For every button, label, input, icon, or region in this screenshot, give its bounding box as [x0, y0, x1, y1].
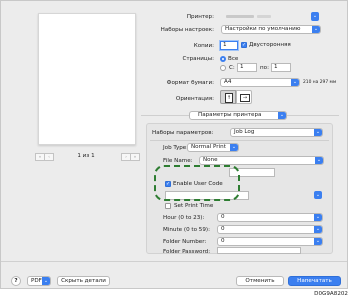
last-page-icon[interactable]: » — [130, 153, 140, 161]
minute-select[interactable]: 0 ⌄ — [217, 225, 323, 234]
print-button[interactable]: Напечатать — [288, 276, 341, 286]
hour-value: 0 — [221, 214, 225, 220]
duplex-checkbox[interactable]: ✓ — [241, 42, 247, 48]
feature-sets-chevron-icon: ⌄ — [314, 129, 322, 136]
presets-label: Наборы настроек: — [160, 27, 214, 33]
pages-label: Страницы: — [182, 56, 214, 62]
previous-page-icon[interactable]: ‹ — [44, 153, 54, 161]
feature-sets-select[interactable]: Job Log ⌄ — [230, 128, 323, 137]
feature-sets-label: Наборы параметров: — [152, 130, 214, 136]
copies-label: Копии: — [193, 43, 214, 49]
file-name-select[interactable]: None ⌄ — [199, 156, 324, 165]
hide-details-button[interactable]: Скрыть детали — [57, 276, 110, 286]
file-name-chevron-icon: ⌄ — [315, 157, 323, 164]
set-print-time-label: Set Print Time — [174, 203, 214, 209]
job-type-value: Normal Print — [191, 144, 226, 150]
help-button[interactable]: ? — [11, 276, 21, 286]
printer-name-blurred — [226, 15, 254, 18]
pages-to-input[interactable]: 1 — [271, 63, 291, 72]
section-value: Параметры принтера — [198, 112, 262, 118]
user-code-extra-chevron-icon[interactable]: ⌄ — [314, 191, 322, 199]
presets-value: Настройки по умолчанию — [225, 26, 301, 32]
page-indicator: 1 из 1 — [77, 153, 95, 159]
paper-size-value: A4 — [224, 79, 232, 85]
footer-divider — [1, 261, 347, 262]
printer-select[interactable]: ⌄ — [223, 12, 319, 21]
pdf-label: PDF — [31, 278, 42, 284]
pages-from-radio[interactable] — [220, 65, 226, 71]
landscape-icon: → — [240, 94, 250, 102]
pages-to-label: по: — [260, 65, 269, 71]
figure-code: D0G9A8202 — [314, 291, 348, 297]
pdf-menu-button[interactable]: PDF ⌄ — [27, 276, 51, 286]
hour-label: Hour (0 to 23): — [163, 215, 205, 221]
folder-number-chevron-icon: ⌄ — [314, 238, 322, 245]
file-name-value: None — [203, 157, 218, 163]
copies-input[interactable]: 1 — [220, 41, 238, 50]
enable-user-code-highlight — [154, 165, 240, 201]
paper-size-chevron-icon: ⌄ — [291, 79, 299, 86]
hour-chevron-icon: ⌄ — [314, 214, 322, 221]
pdf-chevron-icon: ⌄ — [42, 277, 50, 285]
preview-navigation: « ‹ 1 из 1 › » — [35, 153, 140, 161]
page-preview — [38, 13, 136, 145]
folder-number-label: Folder Number: — [163, 239, 207, 245]
set-print-time-checkbox[interactable] — [165, 203, 171, 209]
paper-size-select[interactable]: A4 ⌄ — [220, 78, 300, 87]
minute-label: Minute (0 to 59): — [163, 227, 210, 233]
job-type-chevron-icon: ⌄ — [230, 144, 238, 151]
landscape-orientation-button[interactable]: → — [236, 90, 252, 104]
pages-from-label: С: — [229, 65, 235, 71]
pages-from-input[interactable]: 1 — [237, 63, 257, 72]
presets-chevron-icon: ⌄ — [312, 26, 320, 33]
paper-size-dimensions: 210 на 297 мм — [303, 80, 337, 85]
panel-divider — [150, 140, 329, 141]
folder-password-input[interactable] — [217, 247, 301, 254]
folder-password-label: Folder Password: — [163, 249, 211, 255]
portrait-icon: ↑ — [225, 93, 233, 103]
paper-size-label: Формат бумаги: — [166, 80, 214, 86]
print-dialog: « ‹ 1 из 1 › » Принтер: ⌄ Наборы настрое… — [0, 0, 348, 289]
duplex-label: Двусторонняя — [249, 42, 291, 48]
pages-all-radio[interactable] — [220, 56, 226, 62]
section-select[interactable]: Параметры принтера ⌄ — [189, 111, 287, 120]
file-name-label: File Name: — [163, 158, 193, 164]
folder-number-value: 0 — [221, 238, 225, 244]
minute-chevron-icon: ⌄ — [314, 226, 322, 233]
job-type-select[interactable]: Normal Print ⌄ — [187, 143, 239, 152]
pages-all-label: Все — [228, 56, 239, 62]
presets-select[interactable]: Настройки по умолчанию ⌄ — [221, 25, 321, 34]
orientation-label: Ориентация: — [175, 96, 214, 102]
printer-chevron-icon: ⌄ — [311, 12, 319, 21]
cancel-button[interactable]: Отменить — [236, 276, 284, 286]
portrait-orientation-button[interactable]: ↑ — [220, 90, 236, 104]
folder-number-select[interactable]: 0 ⌄ — [217, 237, 323, 246]
section-chevron-icon: ⌄ — [278, 112, 286, 119]
hour-select[interactable]: 0 ⌄ — [217, 213, 323, 222]
feature-sets-value: Job Log — [234, 129, 255, 135]
printer-status-blurred — [257, 15, 271, 18]
printer-label: Принтер: — [186, 14, 214, 20]
job-type-label: Job Type: — [163, 145, 189, 151]
minute-value: 0 — [221, 226, 225, 232]
